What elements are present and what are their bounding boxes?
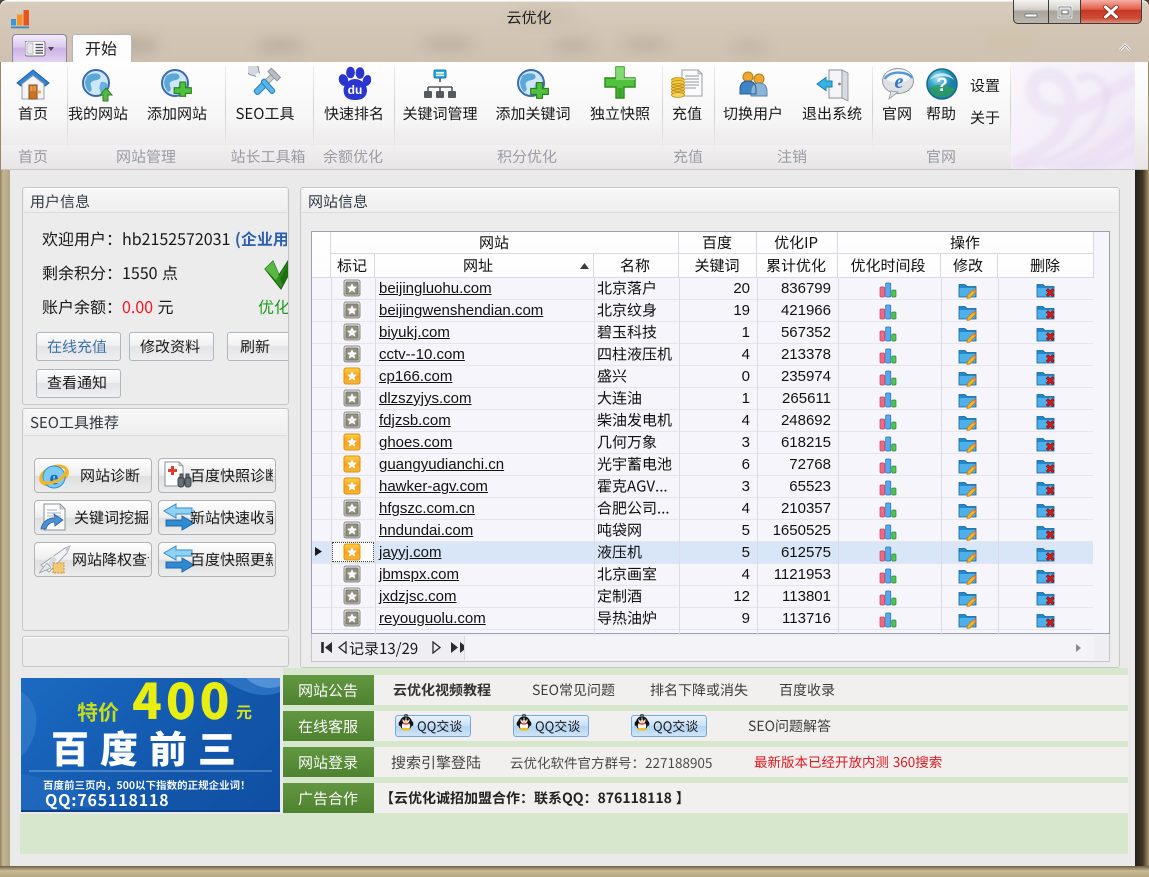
svg-text:du: du [348, 83, 363, 97]
svg-text:e: e [50, 468, 59, 490]
svg-text:e: e [895, 71, 904, 93]
svg-text:?: ? [936, 75, 948, 96]
